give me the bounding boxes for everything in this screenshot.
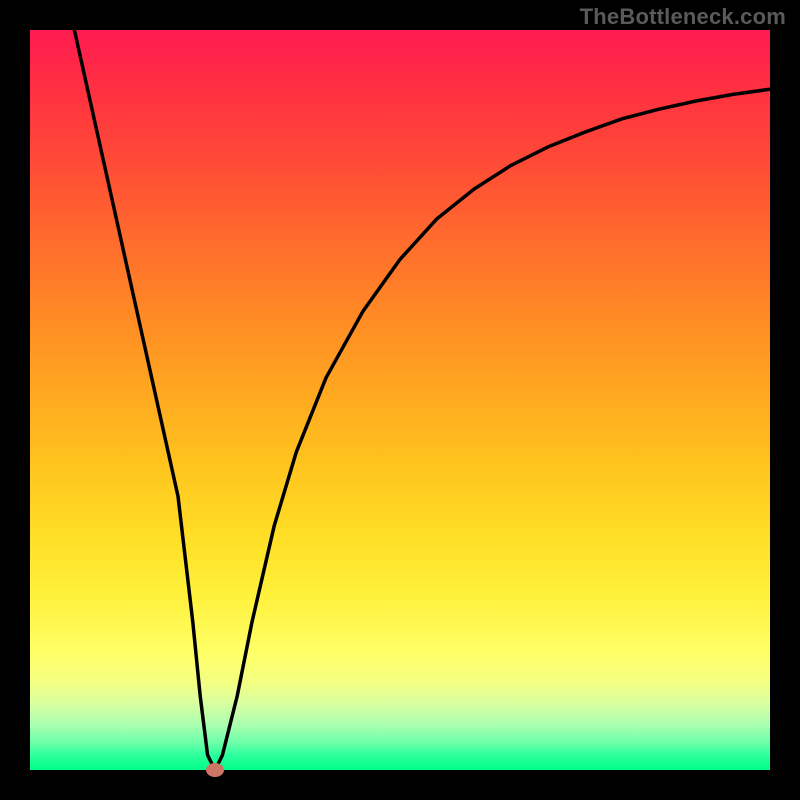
optimum-marker [206,763,224,777]
curve-layer [0,0,800,800]
chart-container: TheBottleneck.com [0,0,800,800]
bottleneck-curve [74,30,770,770]
watermark-text: TheBottleneck.com [580,4,786,30]
